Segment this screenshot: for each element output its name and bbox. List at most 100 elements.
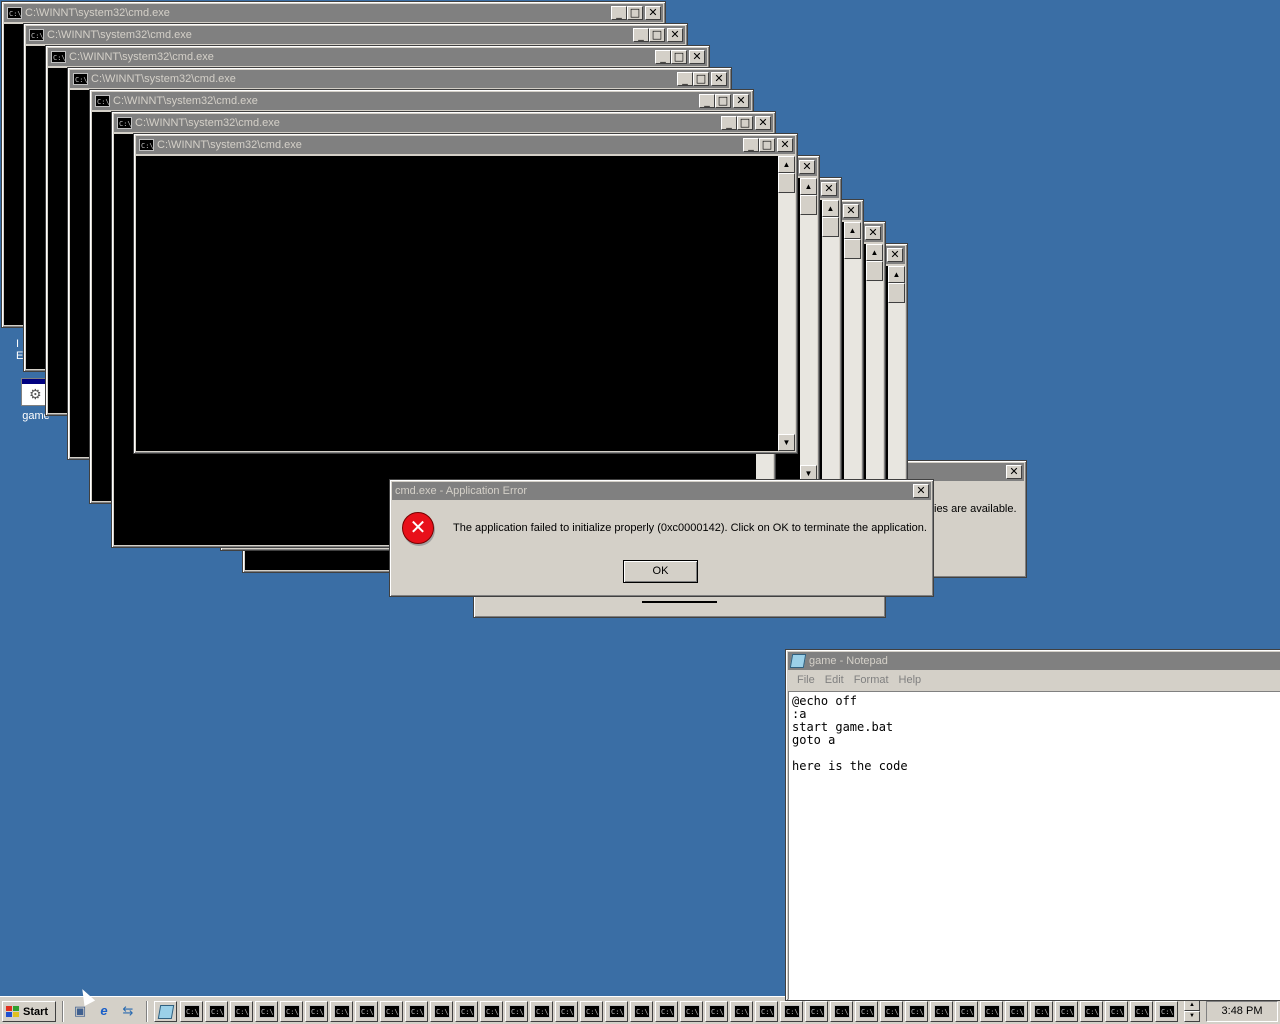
task-button-cmd[interactable]: C:\ xyxy=(1105,1001,1128,1022)
task-button-cmd[interactable]: C:\ xyxy=(1005,1001,1028,1022)
task-button-cmd[interactable]: C:\ xyxy=(530,1001,553,1022)
scroll-down-icon[interactable]: ▼ xyxy=(1184,1011,1200,1022)
close-button[interactable]: ✕ xyxy=(799,160,815,174)
scroll-up-icon[interactable]: ▲ xyxy=(800,178,817,195)
scroll-up-icon[interactable]: ▲ xyxy=(888,266,905,283)
scroll-down-icon[interactable]: ▼ xyxy=(778,434,795,451)
scroll-thumb[interactable] xyxy=(866,261,883,281)
vertical-scrollbar[interactable]: ▲ ▼ xyxy=(822,200,839,504)
error-dialog-titlebar[interactable]: cmd.exe - Application Error ✕ xyxy=(392,482,931,500)
minimize-button[interactable]: _ xyxy=(699,94,715,108)
taskbar-scroll[interactable]: ▲ ▼ xyxy=(1184,1000,1200,1022)
task-button-cmd[interactable]: C:\ xyxy=(805,1001,828,1022)
close-button[interactable]: ✕ xyxy=(1006,465,1022,479)
task-button-cmd[interactable]: C:\ xyxy=(780,1001,803,1022)
cmd-window-titlebar[interactable]: C:\ C:\WINNT\system32\cmd.exe _ □ ✕ xyxy=(48,48,707,66)
task-button-cmd[interactable]: C:\ xyxy=(305,1001,328,1022)
maximize-button[interactable]: □ xyxy=(759,138,775,152)
task-button-cmd[interactable]: C:\ xyxy=(905,1001,928,1022)
task-button-cmd[interactable]: C:\ xyxy=(1080,1001,1103,1022)
task-button-cmd[interactable]: C:\ xyxy=(955,1001,978,1022)
close-button[interactable]: ✕ xyxy=(913,484,929,498)
task-button-cmd[interactable]: C:\ xyxy=(355,1001,378,1022)
task-button-cmd[interactable]: C:\ xyxy=(455,1001,478,1022)
scroll-up-icon[interactable]: ▲ xyxy=(822,200,839,217)
task-button-cmd[interactable]: C:\ xyxy=(280,1001,303,1022)
minimize-button[interactable]: _ xyxy=(743,138,759,152)
cmd-window-titlebar[interactable]: C:\ C:\WINNT\system32\cmd.exe _ □ ✕ xyxy=(92,92,751,110)
task-button-cmd[interactable]: C:\ xyxy=(980,1001,1003,1022)
minimize-button[interactable]: _ xyxy=(677,72,693,86)
scroll-thumb[interactable] xyxy=(800,195,817,215)
cmd-window-titlebar[interactable]: C:\ C:\WINNT\system32\cmd.exe _ □ ✕ xyxy=(114,114,773,132)
minimize-button[interactable]: _ xyxy=(721,116,737,130)
close-button[interactable]: ✕ xyxy=(711,72,727,86)
internet-explorer-icon[interactable]: e xyxy=(95,1002,113,1020)
task-button-cmd[interactable]: C:\ xyxy=(230,1001,253,1022)
task-button-cmd[interactable]: C:\ xyxy=(630,1001,653,1022)
task-button-cmd[interactable]: C:\ xyxy=(580,1001,603,1022)
task-button-cmd[interactable]: C:\ xyxy=(680,1001,703,1022)
cmd-window-titlebar[interactable]: C:\ C:\WINNT\system32\cmd.exe _ □ ✕ xyxy=(4,4,663,22)
task-button-cmd[interactable]: C:\ xyxy=(430,1001,453,1022)
maximize-button[interactable]: □ xyxy=(737,116,753,130)
task-button-cmd[interactable]: C:\ xyxy=(1130,1001,1153,1022)
scroll-thumb[interactable] xyxy=(778,173,795,193)
task-button-cmd[interactable]: C:\ xyxy=(205,1001,228,1022)
vertical-scrollbar[interactable]: ▲ ▼ xyxy=(778,156,795,451)
task-button-cmd[interactable]: C:\ xyxy=(830,1001,853,1022)
scroll-thumb[interactable] xyxy=(822,217,839,237)
maximize-button[interactable]: □ xyxy=(649,28,665,42)
cmd-window-titlebar[interactable]: C:\ C:\WINNT\system32\cmd.exe _ □ ✕ xyxy=(136,136,795,154)
task-button-cmd[interactable]: C:\ xyxy=(1030,1001,1053,1022)
close-button[interactable]: ✕ xyxy=(645,6,661,20)
menu-edit[interactable]: Edit xyxy=(825,674,844,686)
task-button-cmd[interactable]: C:\ xyxy=(880,1001,903,1022)
menu-format[interactable]: Format xyxy=(854,674,889,686)
close-button[interactable]: ✕ xyxy=(689,50,705,64)
notepad-titlebar[interactable]: game - Notepad xyxy=(788,652,1280,670)
task-button-cmd[interactable]: C:\ xyxy=(930,1001,953,1022)
scroll-up-icon[interactable]: ▲ xyxy=(778,156,795,173)
task-button-cmd[interactable]: C:\ xyxy=(655,1001,678,1022)
task-button-cmd[interactable]: C:\ xyxy=(330,1001,353,1022)
task-button-cmd[interactable]: C:\ xyxy=(505,1001,528,1022)
task-button-cmd[interactable]: C:\ xyxy=(730,1001,753,1022)
close-button[interactable]: ✕ xyxy=(777,138,793,152)
console-output[interactable] xyxy=(136,156,778,451)
scroll-up-icon[interactable]: ▲ xyxy=(866,244,883,261)
vertical-scrollbar[interactable]: ▲ ▼ xyxy=(800,178,817,482)
start-button[interactable]: Start xyxy=(2,1001,56,1022)
maximize-button[interactable]: □ xyxy=(671,50,687,64)
close-button[interactable]: ✕ xyxy=(667,28,683,42)
cmd-window[interactable]: C:\ C:\WINNT\system32\cmd.exe _ □ ✕ ▲ ▼ xyxy=(133,133,798,454)
close-button[interactable]: ✕ xyxy=(733,94,749,108)
minimize-button[interactable]: _ xyxy=(611,6,627,20)
close-button[interactable]: ✕ xyxy=(821,182,837,196)
task-button-cmd[interactable]: C:\ xyxy=(705,1001,728,1022)
task-button-cmd[interactable]: C:\ xyxy=(755,1001,778,1022)
close-button[interactable]: ✕ xyxy=(887,248,903,262)
notepad-text-area[interactable]: @echo off :a start game.bat goto a here … xyxy=(788,691,1280,1000)
minimize-button[interactable]: _ xyxy=(655,50,671,64)
task-button-cmd[interactable]: C:\ xyxy=(855,1001,878,1022)
cmd-window-titlebar[interactable]: C:\ C:\WINNT\system32\cmd.exe _ □ ✕ xyxy=(26,26,685,44)
ok-button[interactable]: OK xyxy=(623,560,698,583)
task-button-cmd[interactable]: C:\ xyxy=(555,1001,578,1022)
scroll-up-icon[interactable]: ▲ xyxy=(1184,1000,1200,1011)
task-button-notepad[interactable] xyxy=(154,1001,177,1022)
cmd-window-titlebar[interactable]: C:\ C:\WINNT\system32\cmd.exe _ □ ✕ xyxy=(70,70,729,88)
task-button-cmd[interactable]: C:\ xyxy=(1055,1001,1078,1022)
system-tray-clock[interactable]: 3:48 PM xyxy=(1206,1001,1278,1022)
task-button-cmd[interactable]: C:\ xyxy=(380,1001,403,1022)
maximize-button[interactable]: □ xyxy=(693,72,709,86)
task-button-cmd[interactable]: C:\ xyxy=(480,1001,503,1022)
close-button[interactable]: ✕ xyxy=(865,226,881,240)
task-button-cmd[interactable]: C:\ xyxy=(1155,1001,1178,1022)
task-button-cmd[interactable]: C:\ xyxy=(255,1001,278,1022)
close-button[interactable]: ✕ xyxy=(755,116,771,130)
scroll-up-icon[interactable]: ▲ xyxy=(844,222,861,239)
maximize-button[interactable]: □ xyxy=(715,94,731,108)
scroll-thumb[interactable] xyxy=(888,283,905,303)
maximize-button[interactable]: □ xyxy=(627,6,643,20)
